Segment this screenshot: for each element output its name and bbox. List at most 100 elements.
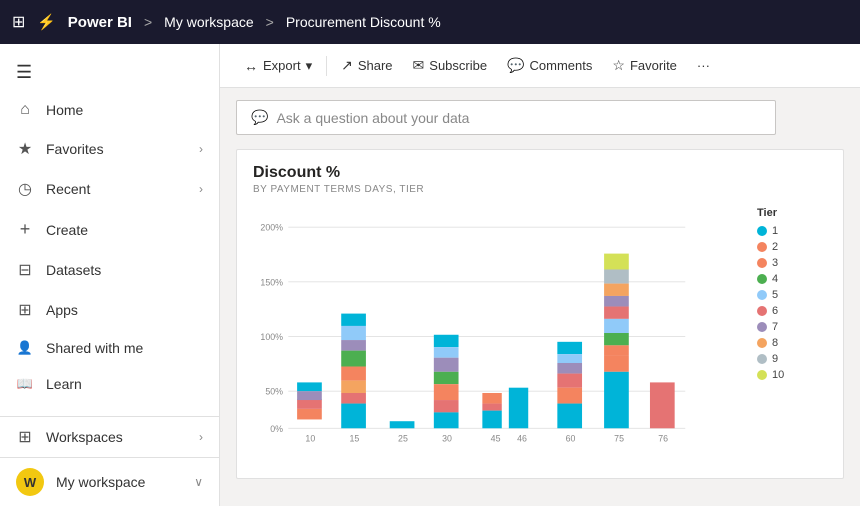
subscribe-label: Subscribe	[429, 58, 487, 73]
comments-icon: 💬	[507, 57, 524, 74]
legend-color-7	[757, 322, 767, 332]
chevron-right-icon: ›	[199, 142, 203, 156]
more-icon: ···	[697, 58, 710, 73]
svg-text:60: 60	[566, 434, 576, 444]
qa-placeholder: Ask a question about your data	[276, 110, 469, 126]
sidebar-label-my-workspace: My workspace	[56, 474, 182, 490]
sidebar-item-create[interactable]: + Create	[0, 209, 219, 250]
chart-subtitle: BY PAYMENT TERMS DAYS, TIER	[253, 184, 827, 195]
legend-color-8	[757, 338, 767, 348]
subscribe-icon: ✉	[413, 57, 425, 74]
main-area: ☰ ⌂ Home ★ Favorites › ◷ Recent › + Crea…	[0, 44, 860, 506]
favorites-icon: ★	[16, 139, 34, 159]
chart-body: 200% 150% 100% 50% 0% 10 15	[253, 203, 827, 468]
legend-color-5	[757, 290, 767, 300]
subscribe-button[interactable]: ✉ Subscribe	[405, 52, 496, 79]
sidebar-bottom: ⊞ Workspaces › W My workspace ∨	[0, 416, 219, 506]
export-arrow: ▾	[306, 58, 313, 74]
svg-text:150%: 150%	[260, 277, 283, 287]
legend-color-9	[757, 354, 767, 364]
chevron-right-icon: ›	[199, 430, 203, 444]
home-icon: ⌂	[16, 101, 34, 119]
action-bar: ↔ Export ▾ ↗ Share ✉ Subscribe 💬 Comment…	[220, 44, 860, 88]
svg-text:25: 25	[398, 434, 408, 444]
legend-item-5: 5	[757, 289, 827, 301]
legend-item-1: 1	[757, 225, 827, 237]
sidebar-item-home[interactable]: ⌂ Home	[0, 91, 219, 129]
favorite-button[interactable]: ☆ Favorite	[604, 52, 685, 79]
sidebar-top: ☰ ⌂ Home ★ Favorites › ◷ Recent › + Crea…	[0, 44, 219, 406]
content-area: ↔ Export ▾ ↗ Share ✉ Subscribe 💬 Comment…	[220, 44, 860, 506]
sidebar-item-my-workspace[interactable]: W My workspace ∨	[0, 457, 219, 506]
legend-color-2	[757, 242, 767, 252]
breadcrumb-page: Procurement Discount %	[286, 14, 441, 30]
sidebar-item-recent[interactable]: ◷ Recent ›	[0, 169, 219, 209]
legend-label-2: 2	[772, 241, 778, 253]
legend-item-4: 4	[757, 273, 827, 285]
svg-text:46: 46	[517, 434, 527, 444]
topbar: ⊞ ⚡ Power BI > My workspace > Procuremen…	[0, 0, 860, 44]
datasets-icon: ⊟	[16, 260, 34, 280]
comments-label: Comments	[530, 58, 593, 73]
legend-item-2: 2	[757, 241, 827, 253]
sidebar-label-shared: Shared with me	[46, 340, 203, 356]
svg-text:30: 30	[442, 434, 452, 444]
breadcrumb-sep2: >	[266, 14, 274, 30]
chart-plot: 200% 150% 100% 50% 0% 10 15	[253, 203, 747, 468]
legend-item-9: 9	[757, 353, 827, 365]
bar-chart-svg: 200% 150% 100% 50% 0% 10 15	[253, 203, 747, 463]
legend-color-4	[757, 274, 767, 284]
share-label: Share	[358, 58, 393, 73]
more-button[interactable]: ···	[689, 53, 718, 78]
legend-label-3: 3	[772, 257, 778, 269]
chevron-right-icon: ›	[199, 182, 203, 196]
legend-color-6	[757, 306, 767, 316]
sidebar-item-workspaces[interactable]: ⊞ Workspaces ›	[0, 416, 219, 457]
legend-label-7: 7	[772, 321, 778, 333]
svg-text:15: 15	[350, 434, 360, 444]
comments-button[interactable]: 💬 Comments	[499, 52, 600, 79]
export-icon: ↔	[244, 58, 258, 74]
divider	[326, 56, 327, 76]
power-bi-logo: ⚡	[37, 13, 55, 31]
breadcrumb-workspace[interactable]: My workspace	[164, 14, 253, 30]
export-label: Export	[263, 58, 301, 73]
share-button[interactable]: ↗ Share	[333, 52, 400, 79]
breadcrumb-sep1: >	[144, 14, 152, 30]
shared-icon: 👤	[16, 340, 34, 356]
hamburger-menu[interactable]: ☰	[0, 54, 219, 91]
chart-card: Discount % BY PAYMENT TERMS DAYS, TIER 2…	[236, 149, 844, 479]
sidebar-item-learn[interactable]: 📖 Learn	[0, 366, 219, 402]
sidebar-item-favorites[interactable]: ★ Favorites ›	[0, 129, 219, 169]
export-button[interactable]: ↔ Export ▾	[236, 53, 320, 79]
sidebar-item-datasets[interactable]: ⊟ Datasets	[0, 250, 219, 290]
qa-box[interactable]: 💬 Ask a question about your data	[236, 100, 776, 135]
grid-icon[interactable]: ⊞	[12, 12, 25, 32]
legend-title: Tier	[757, 207, 827, 219]
sidebar-label-create: Create	[46, 222, 203, 238]
legend-label-6: 6	[772, 305, 778, 317]
sidebar-item-shared[interactable]: 👤 Shared with me	[0, 330, 219, 366]
create-icon: +	[16, 219, 34, 240]
legend-item-7: 7	[757, 321, 827, 333]
legend-color-10	[757, 370, 767, 380]
chevron-down-icon: ∨	[194, 475, 203, 489]
svg-text:10: 10	[305, 434, 315, 444]
sidebar-label-datasets: Datasets	[46, 262, 203, 278]
legend-item-6: 6	[757, 305, 827, 317]
sidebar-label-workspaces: Workspaces	[46, 429, 187, 445]
sidebar-label-favorites: Favorites	[46, 141, 187, 157]
svg-text:200%: 200%	[260, 223, 283, 233]
legend-color-3	[757, 258, 767, 268]
legend-label-10: 10	[772, 369, 784, 381]
legend-label-4: 4	[772, 273, 778, 285]
sidebar-label-learn: Learn	[46, 376, 203, 392]
legend-label-5: 5	[772, 289, 778, 301]
app-name: Power BI	[68, 14, 132, 31]
legend-label-8: 8	[772, 337, 778, 349]
recent-icon: ◷	[16, 179, 34, 199]
sidebar-item-apps[interactable]: ⊞ Apps	[0, 290, 219, 330]
favorite-label: Favorite	[630, 58, 677, 73]
svg-text:50%: 50%	[265, 387, 283, 397]
sidebar-label-apps: Apps	[46, 302, 203, 318]
